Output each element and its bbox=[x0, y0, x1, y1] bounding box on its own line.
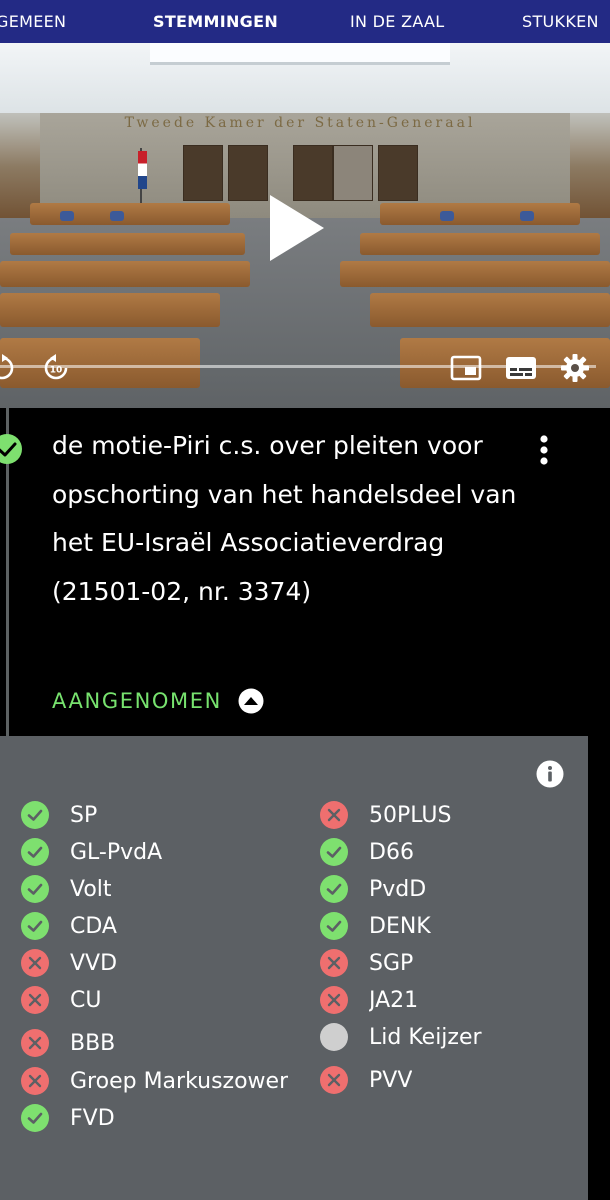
party-row: JA21 bbox=[320, 985, 418, 1015]
desk-row bbox=[370, 293, 610, 327]
party-row: CU bbox=[21, 985, 101, 1015]
tab-gemeen[interactable]: GEMEEN bbox=[0, 0, 66, 43]
play-icon[interactable] bbox=[270, 195, 324, 261]
tab-stemmingen[interactable]: STEMMINGEN bbox=[153, 0, 278, 43]
party-name: DENK bbox=[369, 913, 431, 939]
vote-for-check-icon bbox=[21, 875, 49, 903]
info-icon[interactable] bbox=[536, 760, 564, 788]
party-row: D66 bbox=[320, 837, 414, 867]
party-name: JA21 bbox=[369, 987, 419, 1013]
party-row: PVV bbox=[320, 1065, 412, 1095]
vote-for-check-icon bbox=[21, 912, 49, 940]
vote-for-check-icon bbox=[21, 838, 49, 866]
result-label: AANGENOMEN bbox=[52, 689, 222, 713]
wall-panel bbox=[228, 145, 268, 201]
party-row: Volt bbox=[21, 874, 112, 904]
party-row: Lid Keijzer bbox=[320, 1022, 482, 1052]
more-vertical-icon[interactable] bbox=[536, 434, 552, 468]
party-name: SGP bbox=[369, 950, 414, 976]
seat bbox=[520, 211, 534, 221]
subtitles-icon[interactable] bbox=[505, 355, 537, 381]
party-row: SGP bbox=[320, 948, 413, 978]
party-name: Lid Keijzer bbox=[369, 1024, 482, 1050]
party-row: GL-PvdA bbox=[21, 837, 162, 867]
gear-icon[interactable] bbox=[560, 353, 590, 383]
vote-for-check-icon bbox=[21, 801, 49, 829]
party-name: D66 bbox=[369, 839, 414, 865]
video-wall-text: Tweede Kamer der Staten-Generaal bbox=[124, 115, 476, 131]
vote-for-check-icon bbox=[320, 838, 348, 866]
party-name: Groep Markuszower bbox=[70, 1068, 289, 1094]
vote-absent-icon bbox=[320, 1023, 348, 1051]
party-row: VVD bbox=[21, 948, 117, 978]
party-name: Volt bbox=[70, 876, 112, 902]
wall-panel bbox=[333, 145, 373, 201]
vote-against-x-icon bbox=[320, 801, 348, 829]
vote-against-x-icon bbox=[320, 949, 348, 977]
video-ceiling-light bbox=[150, 43, 450, 65]
desk-row bbox=[0, 338, 200, 388]
dutch-flag bbox=[138, 151, 147, 189]
wall-panel bbox=[378, 145, 418, 201]
party-row: DENK bbox=[320, 911, 431, 941]
party-row: BBB bbox=[21, 1028, 115, 1058]
party-name: CU bbox=[70, 987, 102, 1013]
seat bbox=[60, 211, 74, 221]
picture-in-picture-icon[interactable] bbox=[450, 355, 482, 381]
passed-check-icon bbox=[0, 434, 22, 464]
motion-title: de motie-Piri c.s. over pleiten voor ops… bbox=[52, 431, 517, 606]
tab-stukken[interactable]: STUKKEN bbox=[522, 0, 599, 43]
desk-row bbox=[0, 261, 250, 287]
vote-against-x-icon bbox=[320, 1066, 348, 1094]
vote-for-check-icon bbox=[21, 1104, 49, 1132]
vote-against-x-icon bbox=[21, 1067, 49, 1095]
party-name: VVD bbox=[70, 950, 118, 976]
vote-against-x-icon bbox=[320, 986, 348, 1014]
desk-row bbox=[360, 233, 600, 255]
party-name: CDA bbox=[70, 913, 117, 939]
party-row: 50PLUS bbox=[320, 800, 452, 830]
forward-10-icon[interactable]: 10 bbox=[42, 354, 70, 382]
chevron-up-icon[interactable] bbox=[238, 688, 264, 714]
desk-row bbox=[340, 261, 610, 287]
party-row: SP bbox=[21, 800, 97, 830]
party-row: Groep Markuszower bbox=[21, 1066, 288, 1096]
party-name: FVD bbox=[70, 1105, 115, 1131]
seat bbox=[110, 211, 124, 221]
forward-10-label: 10 bbox=[50, 366, 63, 376]
rewind-10-icon[interactable] bbox=[0, 354, 16, 382]
party-votes-panel: SP GL-PvdA Volt CDA VVD CU BBB Groep Markuszowe… bbox=[0, 736, 588, 1200]
party-row: FVD bbox=[21, 1103, 115, 1133]
desk-row bbox=[10, 233, 245, 255]
seat bbox=[440, 211, 454, 221]
wall-panel bbox=[293, 145, 333, 201]
vote-for-check-icon bbox=[320, 912, 348, 940]
vote-against-x-icon bbox=[21, 1029, 49, 1057]
party-name: BBB bbox=[70, 1030, 116, 1056]
party-name: PvdD bbox=[369, 876, 427, 902]
vote-against-x-icon bbox=[21, 986, 49, 1014]
party-name: SP bbox=[70, 802, 98, 828]
motion-section: de motie-Piri c.s. over pleiten voor ops… bbox=[0, 408, 610, 736]
desk-row bbox=[0, 293, 220, 327]
result-row[interactable]: AANGENOMEN bbox=[52, 688, 264, 714]
party-name: 50PLUS bbox=[369, 802, 452, 828]
wall-panel bbox=[183, 145, 223, 201]
vote-against-x-icon bbox=[21, 949, 49, 977]
tab-bar: GEMEEN STEMMINGEN IN DE ZAAL STUKKEN bbox=[0, 0, 610, 43]
party-row: PvdD bbox=[320, 874, 426, 904]
video-player[interactable]: Tweede Kamer der Staten-Generaal 10 bbox=[0, 43, 610, 408]
desk-row bbox=[380, 203, 580, 225]
tab-in-de-zaal[interactable]: IN DE ZAAL bbox=[350, 0, 445, 43]
party-name: GL-PvdA bbox=[70, 839, 163, 865]
party-name: PVV bbox=[369, 1067, 413, 1093]
vote-for-check-icon bbox=[320, 875, 348, 903]
party-row: CDA bbox=[21, 911, 117, 941]
